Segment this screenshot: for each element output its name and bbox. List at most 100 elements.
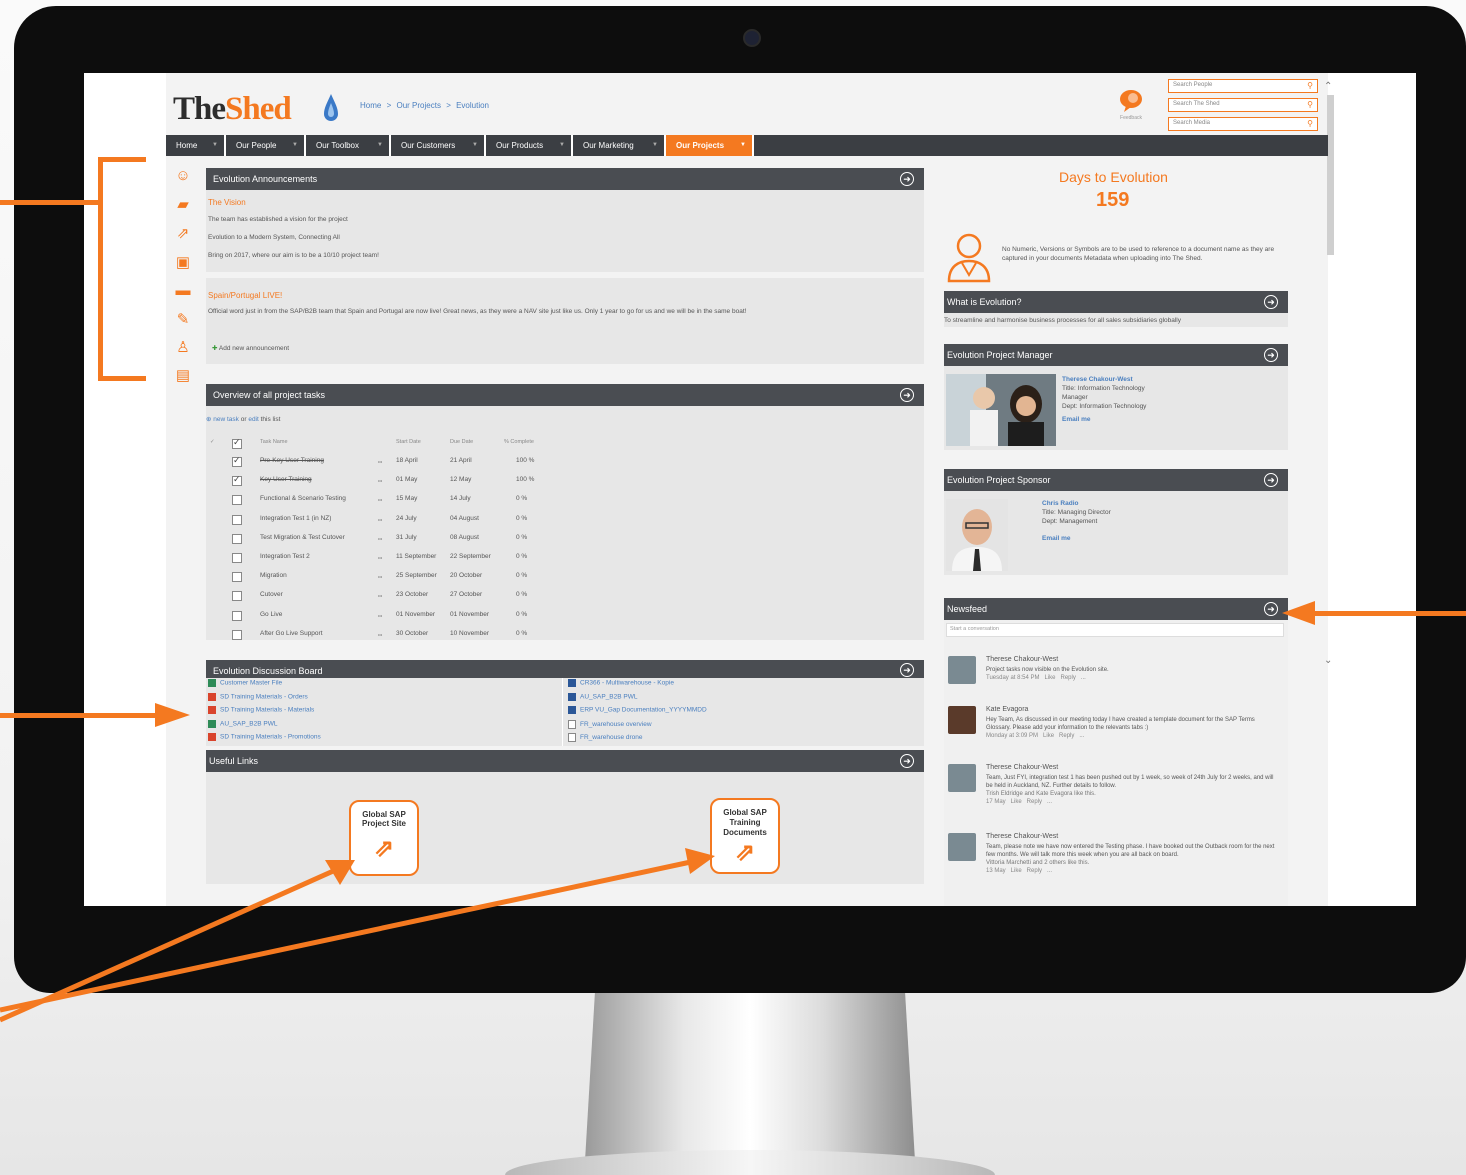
column-header-complete[interactable]: % Complete xyxy=(504,439,534,445)
ellipsis-menu-icon[interactable]: ••• xyxy=(378,593,382,598)
add-announcement-link[interactable]: ✚ Add new announcement xyxy=(212,344,289,352)
task-name[interactable]: Test Migration & Test Cutover xyxy=(260,534,345,541)
breadcrumb-home[interactable]: Home xyxy=(360,101,381,110)
file-link[interactable]: AU_SAP_B2B PWL xyxy=(568,692,637,701)
nav-our-projects[interactable]: Our Projects ▼ xyxy=(666,135,754,156)
select-all-checkbox[interactable] xyxy=(232,437,242,449)
task-checkbox[interactable] xyxy=(232,474,242,487)
column-header-due-date[interactable]: Due Date xyxy=(450,439,473,445)
table-row[interactable]: Test Migration & Test Cutover 31 July 08 A… xyxy=(206,529,926,548)
task-name[interactable]: After Go Live Support xyxy=(260,630,323,637)
search-shed-input[interactable]: Search The Shed ⚲ xyxy=(1168,98,1318,112)
post-meta[interactable]: Tuesday at 8:54 PM Like Reply ... xyxy=(986,674,1276,682)
nav-our-toolbox[interactable]: Our Toolbox ▼ xyxy=(306,135,391,156)
site-logo[interactable]: TheShed xyxy=(173,91,292,128)
ellipsis-menu-icon[interactable]: ••• xyxy=(378,478,382,483)
briefcase-icon[interactable]: ▣ xyxy=(174,254,192,272)
ellipsis-menu-icon[interactable]: ••• xyxy=(378,555,382,560)
tools-icon[interactable]: ✎ xyxy=(174,311,192,329)
manager-name[interactable]: Therese Chakour-West xyxy=(1062,375,1162,384)
file-link[interactable]: AU_SAP_B2B PWL xyxy=(208,719,277,728)
task-name[interactable]: Go Live xyxy=(260,611,282,618)
nav-our-products[interactable]: Our Products ▼ xyxy=(486,135,573,156)
task-checkbox[interactable] xyxy=(232,533,242,544)
avatar[interactable] xyxy=(948,706,976,734)
chat-icon[interactable]: ▬ xyxy=(174,282,192,300)
task-checkbox[interactable] xyxy=(232,495,242,506)
table-row[interactable]: Pre-Key User Training 18 April 21 April 100… xyxy=(206,452,926,471)
file-link[interactable]: FR_warehouse overview xyxy=(568,719,652,729)
table-row[interactable]: After Go Live Support 30 October 10 Novemb… xyxy=(206,625,926,644)
task-checkbox[interactable] xyxy=(232,553,242,563)
task-name[interactable]: Cutover xyxy=(260,591,283,598)
nav-our-people[interactable]: Our People ▼ xyxy=(226,135,306,156)
arrow-right-icon[interactable]: ➜ xyxy=(1264,295,1278,309)
task-checkbox[interactable] xyxy=(232,610,242,621)
conversation-input[interactable]: Start a conversation xyxy=(946,623,1284,637)
search-media-input[interactable]: Search Media ⚲ xyxy=(1168,117,1318,131)
file-link[interactable]: SD Training Materials - Orders xyxy=(208,692,308,701)
arrow-right-icon[interactable]: ➜ xyxy=(1264,473,1278,487)
post-meta[interactable]: Monday at 3:09 PM Like Reply ... xyxy=(986,732,1276,740)
people-icon[interactable]: ☺ xyxy=(174,167,192,185)
post-author[interactable]: Therese Chakour-West xyxy=(986,764,1058,772)
scroll-up-icon[interactable]: ⌃ xyxy=(1324,81,1332,92)
task-checkbox[interactable] xyxy=(232,629,242,640)
ellipsis-menu-icon[interactable]: ••• xyxy=(378,574,382,579)
scrollbar-thumb[interactable] xyxy=(1327,95,1334,255)
search-icon[interactable]: ⚲ xyxy=(1307,119,1313,128)
arrow-right-icon[interactable]: ➜ xyxy=(900,172,914,186)
task-name[interactable]: Key User Training xyxy=(260,476,312,483)
table-row[interactable]: Integration Test 1 (in NZ) 24 July 04 Augu… xyxy=(206,510,926,529)
new-task-link[interactable]: new task xyxy=(213,416,239,423)
task-checkbox[interactable] xyxy=(232,591,242,602)
user-icon[interactable]: ♙ xyxy=(174,339,192,357)
file-link[interactable]: Customer Master File xyxy=(208,679,282,687)
file-link[interactable]: SD Training Materials - Promotions xyxy=(208,733,321,741)
arrow-right-icon[interactable]: ➜ xyxy=(1264,348,1278,362)
folder-icon[interactable]: ▰ xyxy=(174,196,192,214)
email-manager-link[interactable]: Email me xyxy=(1062,415,1162,424)
post-author[interactable]: Kate Evagora xyxy=(986,706,1028,714)
task-name[interactable]: Pre-Key User Training xyxy=(260,457,324,464)
announcement-heading[interactable]: The Vision xyxy=(208,198,246,207)
ellipsis-menu-icon[interactable]: ••• xyxy=(378,536,382,541)
ellipsis-menu-icon[interactable]: ••• xyxy=(378,459,382,464)
nav-our-marketing[interactable]: Our Marketing ▼ xyxy=(573,135,666,156)
task-name[interactable]: Migration xyxy=(260,572,287,579)
task-name[interactable]: Integration Test 2 xyxy=(260,553,310,560)
breadcrumb-evolution[interactable]: Evolution xyxy=(456,101,489,110)
table-row[interactable]: Migration 25 September 20 October 0 % ••• xyxy=(206,567,926,586)
file-link[interactable]: ERP VU_Gap Documentation_YYYYMMDD xyxy=(568,706,707,714)
file-link[interactable]: FR_warehouse drone xyxy=(568,733,643,742)
plus-circle-icon[interactable]: ⊕ xyxy=(206,416,211,423)
arrow-right-icon[interactable]: ➜ xyxy=(900,388,914,402)
avatar[interactable] xyxy=(948,833,976,861)
column-header-task-name[interactable]: Task Name xyxy=(260,439,288,445)
scroll-down-icon[interactable]: ⌄ xyxy=(1324,655,1332,666)
task-checkbox[interactable] xyxy=(232,514,242,525)
task-checkbox[interactable] xyxy=(232,572,242,583)
file-link[interactable]: CR366 - Multiwarehouse - Kopie xyxy=(568,679,674,687)
file-link[interactable]: SD Training Materials - Materials xyxy=(208,706,314,714)
table-row[interactable]: Integration Test 2 11 September 22 Septemb… xyxy=(206,548,926,567)
avatar[interactable] xyxy=(948,656,976,684)
post-author[interactable]: Therese Chakour-West xyxy=(986,833,1058,841)
arrow-right-icon[interactable]: ➜ xyxy=(900,754,914,768)
table-row[interactable]: Go Live 01 November 01 November 0 % ••• xyxy=(206,606,926,625)
task-name[interactable]: Functional & Scenario Testing xyxy=(260,495,346,502)
sponsor-name[interactable]: Chris Radio xyxy=(1042,499,1162,508)
table-row[interactable]: Key User Training 01 May 12 May 100 % ••• xyxy=(206,471,926,490)
ellipsis-menu-icon[interactable]: ••• xyxy=(378,632,382,637)
external-link-icon[interactable]: ⇗ xyxy=(174,225,192,243)
arrow-right-icon[interactable]: ➜ xyxy=(900,663,914,677)
search-people-input[interactable]: Search People ⚲ xyxy=(1168,79,1318,93)
announcement-heading[interactable]: Spain/Portugal LIVE! xyxy=(208,291,282,300)
post-meta[interactable]: 17 May Like Reply ... xyxy=(986,798,1276,806)
ellipsis-menu-icon[interactable]: ••• xyxy=(378,517,382,522)
table-row[interactable]: Functional & Scenario Testing 15 May 14 Ju… xyxy=(206,490,926,509)
nav-home[interactable]: Home ▼ xyxy=(166,135,226,156)
task-name[interactable]: Integration Test 1 (in NZ) xyxy=(260,515,331,522)
search-icon[interactable]: ⚲ xyxy=(1307,81,1313,90)
task-checkbox[interactable] xyxy=(232,455,242,467)
